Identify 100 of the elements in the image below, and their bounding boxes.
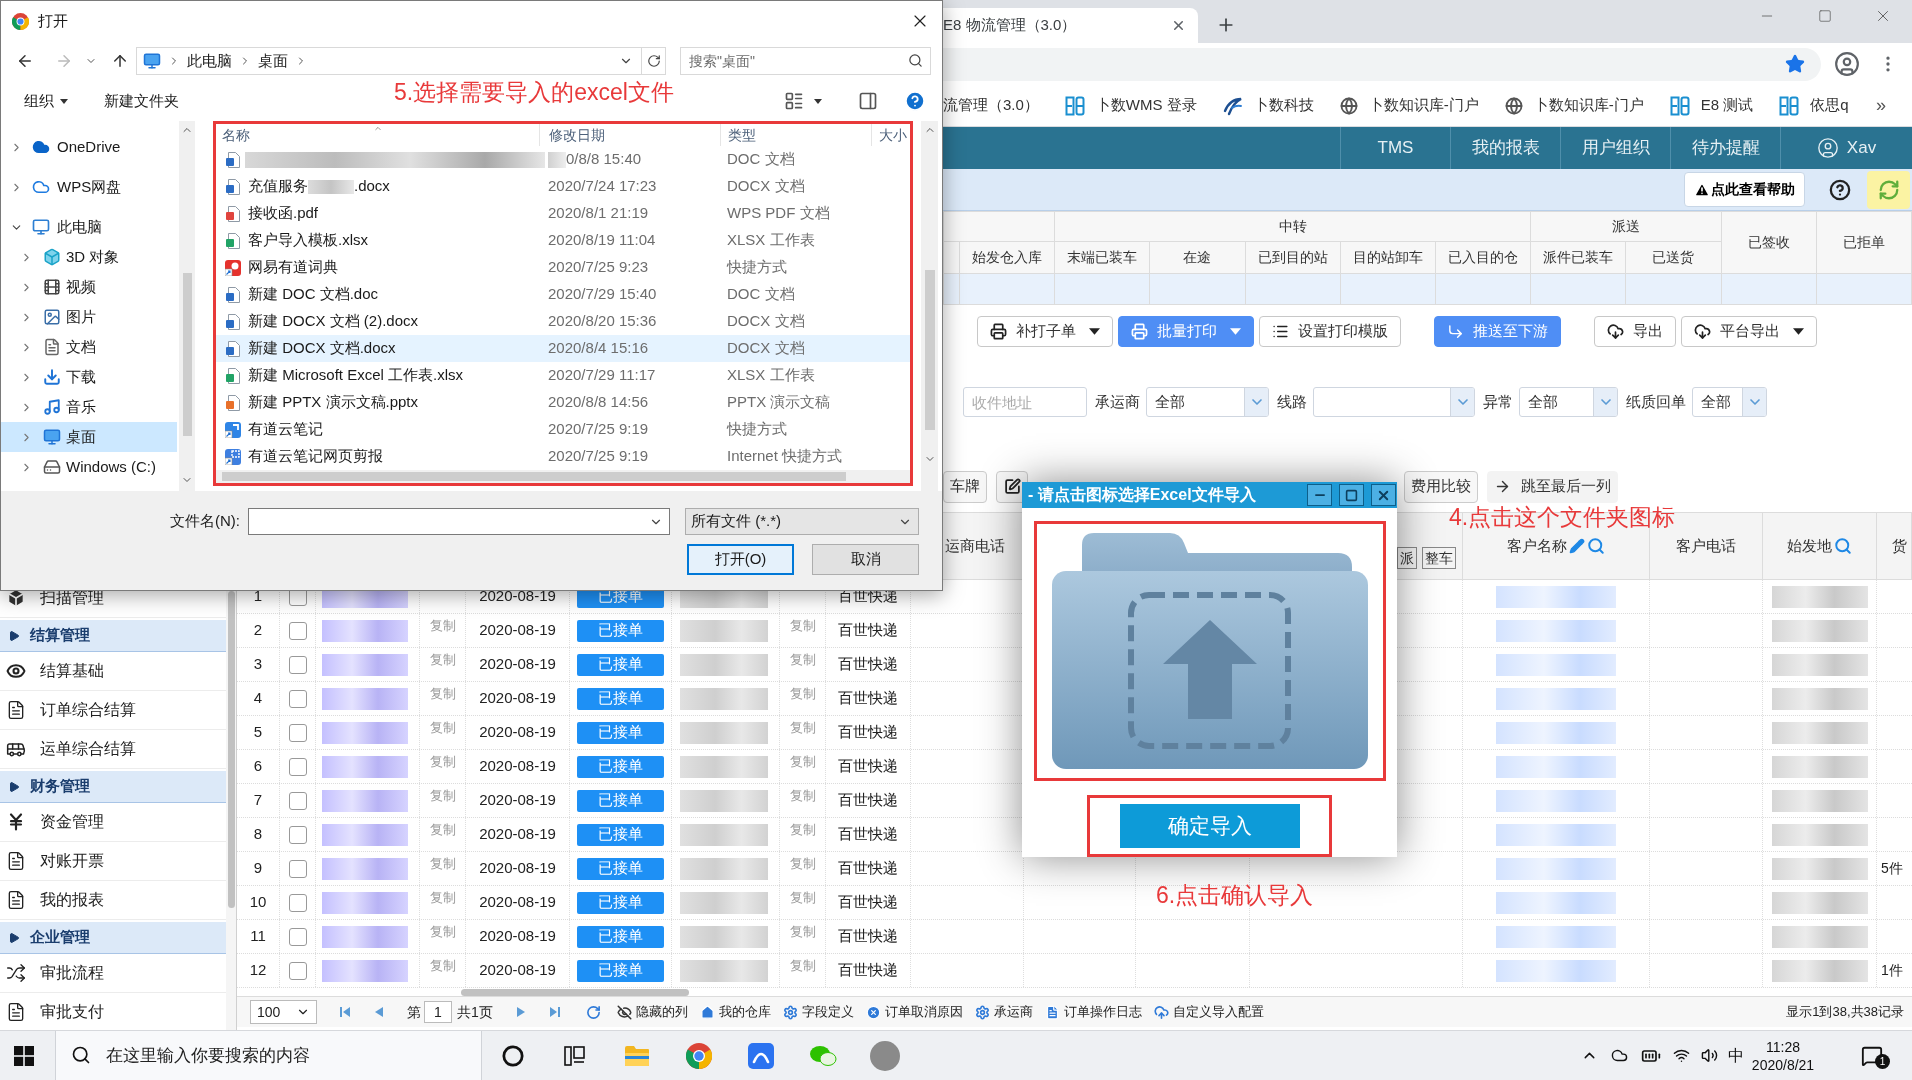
- sidebar-section[interactable]: 企业管理: [0, 922, 226, 954]
- column-header[interactable]: 修改日期: [549, 124, 605, 146]
- next-page-icon[interactable]: [514, 1006, 527, 1018]
- app-tile-icon[interactable]: [748, 1042, 774, 1069]
- clock-time[interactable]: 11:28: [1766, 1037, 1800, 1056]
- scrollbar-thumb[interactable]: [227, 591, 235, 908]
- message-icon[interactable]: [1861, 1044, 1883, 1067]
- file-row[interactable]: 客户导入模板.xlsx 2020/8/19 11:04 XLSX 工作表: [216, 227, 910, 254]
- file-row[interactable]: 新建 DOCX 文档.docx 2020/8/4 15:16 DOCX 文档: [216, 335, 910, 362]
- taskbar-search-field[interactable]: 在这里输入你要搜索的内容: [55, 1031, 482, 1080]
- search-icon[interactable]: [908, 53, 923, 68]
- page-field[interactable]: 1: [424, 1001, 452, 1023]
- bookmark[interactable]: 依思q: [1779, 94, 1849, 117]
- star-icon[interactable]: [1785, 54, 1805, 74]
- breadcrumb[interactable]: 此电脑: [187, 49, 232, 73]
- footer-link[interactable]: 字段定义: [782, 1002, 854, 1022]
- footer-link[interactable]: 承运商: [974, 1002, 1033, 1022]
- toolbar-button[interactable]: 平台导出: [1681, 316, 1817, 347]
- pencil-icon[interactable]: [1569, 538, 1585, 554]
- list-layout-icon[interactable]: [784, 91, 804, 111]
- tree-item[interactable]: 图片: [1, 302, 177, 332]
- breadcrumb[interactable]: 桌面: [258, 49, 288, 73]
- tree-item[interactable]: 音乐: [1, 392, 177, 422]
- row-checkbox[interactable]: [288, 893, 307, 912]
- wifi-icon[interactable]: [1673, 1047, 1690, 1064]
- select-field[interactable]: 全部: [1146, 387, 1269, 417]
- ring-icon[interactable]: [502, 1044, 524, 1067]
- bookmark[interactable]: E8 测试: [1669, 94, 1754, 117]
- toolbar-button[interactable]: 导出: [1594, 316, 1676, 347]
- cloud-icon[interactable]: [1611, 1047, 1628, 1064]
- footer-link[interactable]: 自定义导入配置: [1153, 1002, 1264, 1022]
- chat-bubbles-icon[interactable]: [809, 1043, 837, 1068]
- search-field[interactable]: 搜索"桌面": [680, 47, 931, 75]
- bookmark[interactable]: 流管理（3.0）: [943, 94, 1039, 117]
- up-icon[interactable]: [111, 52, 129, 70]
- toolbar-button[interactable]: 车牌: [943, 470, 987, 503]
- file-row[interactable]: 0/8/8 15:40 DOC 文档: [216, 146, 910, 173]
- refresh-icon[interactable]: [646, 54, 661, 68]
- row-checkbox[interactable]: [288, 723, 307, 742]
- file-row[interactable]: 新建 Microsoft Excel 工作表.xlsx 2020/7/29 11:17 XLSX 工作表: [216, 362, 910, 389]
- file-type-select[interactable]: 所有文件 (*.*): [685, 508, 919, 535]
- column-header[interactable]: 类型: [728, 124, 756, 146]
- refresh-icon[interactable]: [585, 1004, 601, 1020]
- bookmark[interactable]: 卜数知识库-门户: [1339, 94, 1479, 117]
- dialog-button[interactable]: 打开(O): [687, 544, 794, 575]
- row-checkbox[interactable]: [288, 825, 307, 844]
- page-size-select[interactable]: 100: [250, 1000, 317, 1024]
- scrollbar-thumb[interactable]: [924, 270, 935, 430]
- tree-item[interactable]: WPS网盘: [1, 172, 177, 202]
- scrollbar-thumb[interactable]: [182, 273, 192, 436]
- bookmark[interactable]: 卜数科技: [1222, 94, 1314, 117]
- footer-link[interactable]: 我的仓库: [699, 1002, 771, 1022]
- refresh-button[interactable]: [1867, 170, 1910, 209]
- row-checkbox[interactable]: [288, 757, 307, 776]
- close-icon[interactable]: [1171, 18, 1186, 33]
- tree-item[interactable]: 文档: [1, 332, 177, 362]
- bookmark[interactable]: 卜数知识库-门户: [1504, 94, 1644, 117]
- minimize-button[interactable]: [1307, 484, 1332, 506]
- select-field[interactable]: [1313, 387, 1475, 417]
- tree-item[interactable]: 此电脑: [1, 212, 177, 242]
- tree-item[interactable]: Windows (C:): [1, 452, 177, 482]
- scrollbar-thumb[interactable]: [222, 472, 846, 481]
- command-button[interactable]: 新建文件夹: [104, 89, 179, 113]
- maximize-button[interactable]: [1339, 484, 1364, 506]
- first-page-icon[interactable]: [339, 1006, 351, 1018]
- back-icon[interactable]: [16, 52, 34, 70]
- footer-link[interactable]: 订单取消原因: [865, 1002, 963, 1022]
- user-icon[interactable]: [1834, 51, 1860, 77]
- toolbar-button[interactable]: 费用比较: [1404, 470, 1478, 503]
- row-checkbox[interactable]: [288, 791, 307, 810]
- column-header[interactable]: 名称: [222, 124, 250, 146]
- select-field[interactable]: 全部: [1692, 387, 1767, 417]
- toolbar-button[interactable]: 补打子单: [977, 316, 1113, 347]
- sidebar-section[interactable]: 结算管理: [0, 620, 226, 652]
- forward-icon[interactable]: [55, 52, 73, 70]
- scrollbar-thumb[interactable]: [461, 988, 689, 996]
- tree-item[interactable]: 下载: [1, 362, 177, 392]
- input-field[interactable]: 收件地址: [963, 387, 1087, 417]
- tree-item[interactable]: 3D 对象: [1, 242, 177, 272]
- folder-icon[interactable]: [624, 1044, 650, 1067]
- file-row[interactable]: 接收函.pdf 2020/8/1 21:19 WPS PDF 文档: [216, 200, 910, 227]
- address-field[interactable]: 此电脑 桌面: [136, 47, 666, 75]
- volume-icon[interactable]: [1700, 1047, 1718, 1064]
- bookmark[interactable]: 卜数WMS 登录: [1064, 94, 1197, 117]
- tree-item[interactable]: 视频: [1, 272, 177, 302]
- bookmarks-overflow-button[interactable]: »: [1876, 92, 1886, 119]
- toolbar-button[interactable]: 设置打印模版: [1259, 316, 1401, 347]
- select-field[interactable]: 全部: [1519, 387, 1618, 417]
- scrollbar[interactable]: [179, 121, 195, 491]
- tree-item[interactable]: OneDrive: [1, 132, 177, 162]
- round-logo-icon[interactable]: [686, 1042, 712, 1069]
- scrollbar[interactable]: [921, 121, 938, 491]
- previous-page-icon[interactable]: [373, 1006, 385, 1018]
- row-checkbox[interactable]: [288, 961, 307, 980]
- input-method-indicator[interactable]: 中: [1723, 1043, 1748, 1068]
- file-row[interactable]: 有道云笔记 2020/7/25 9:19 快捷方式: [216, 416, 910, 443]
- file-row[interactable]: 新建 DOCX 文档 (2).docx 2020/8/20 15:36 DOCX 文档: [216, 308, 910, 335]
- file-name-field[interactable]: [248, 508, 670, 535]
- file-row[interactable]: 有道云笔记网页剪报 2020/7/25 9:19 Internet 快捷方式: [216, 443, 910, 470]
- row-checkbox[interactable]: [288, 621, 307, 640]
